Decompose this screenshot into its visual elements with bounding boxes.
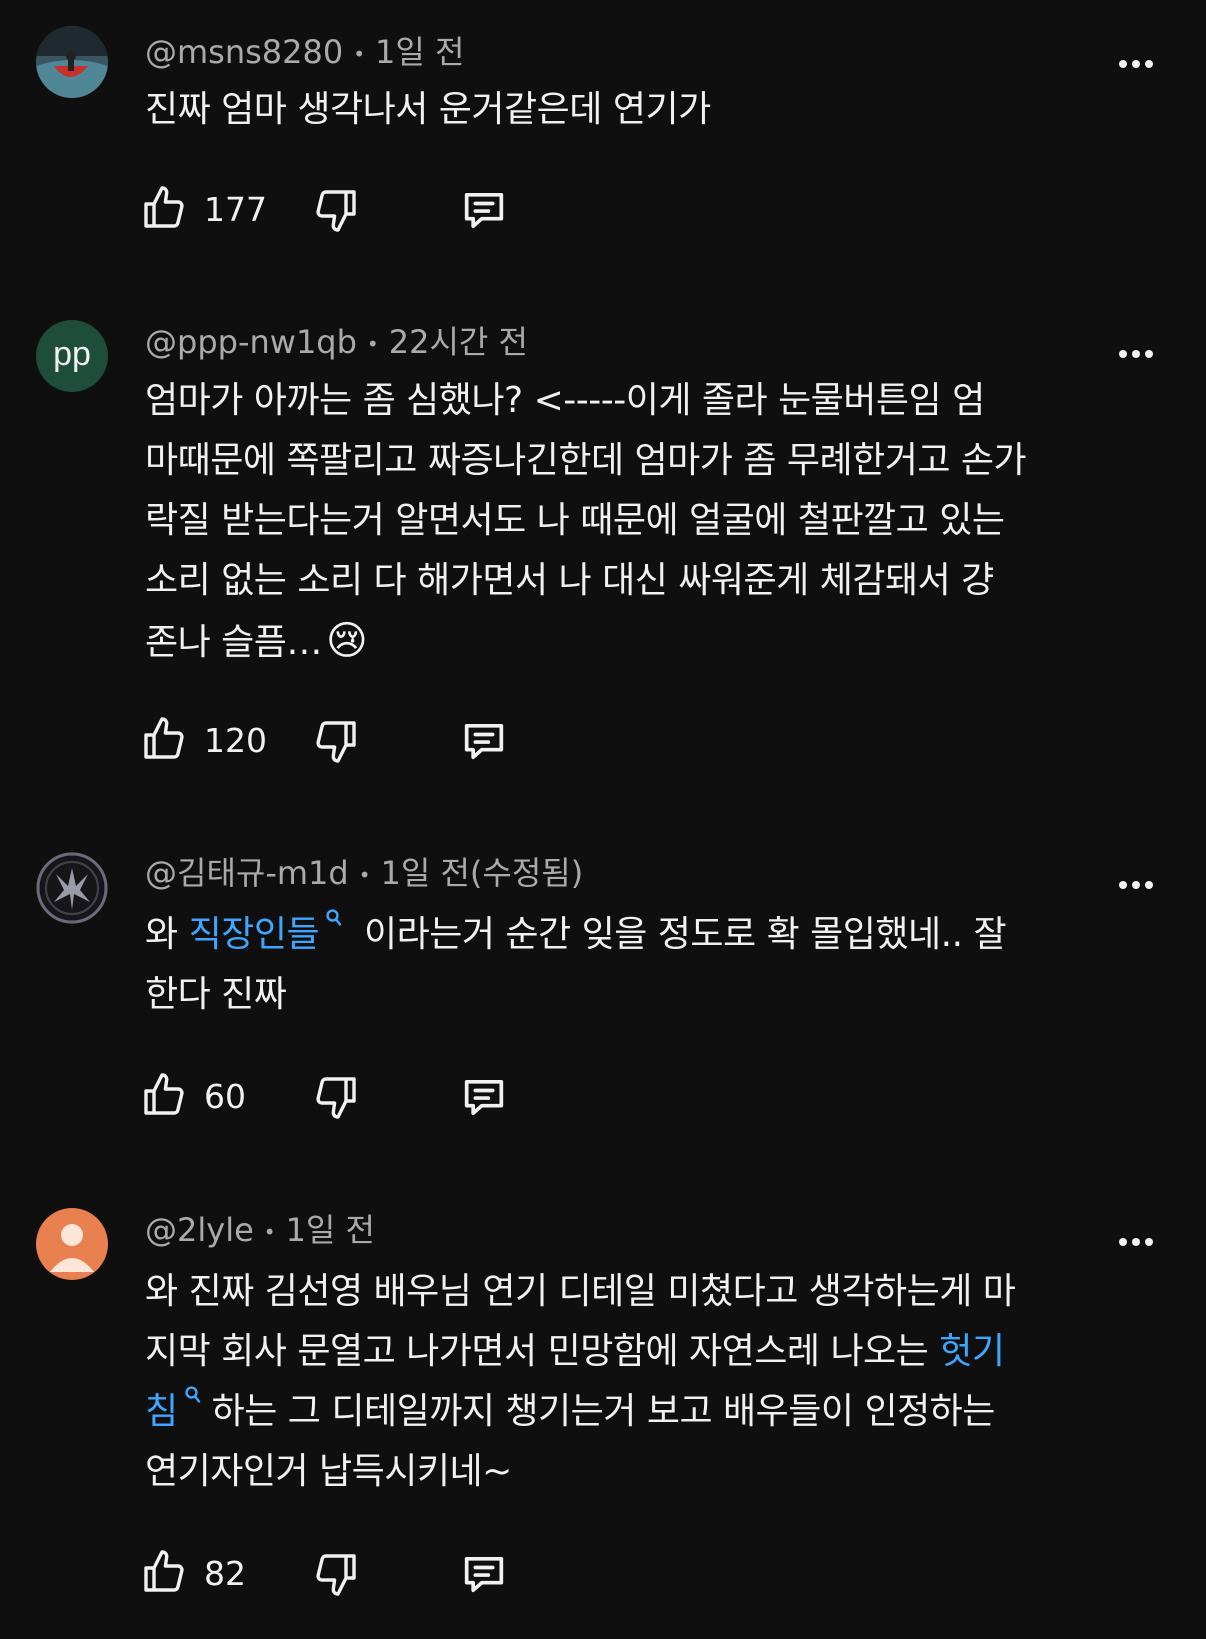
text-segment: 와 — [145, 914, 189, 955]
search-icon[interactable] — [184, 1384, 202, 1410]
thumbs-up-icon[interactable] — [140, 1071, 192, 1123]
avatar[interactable] — [36, 26, 108, 98]
thumbs-down-icon[interactable] — [312, 1073, 364, 1125]
crying-emoji: 😢 — [325, 618, 368, 664]
separator-dot: • — [353, 42, 366, 66]
avatar[interactable] — [36, 1208, 108, 1280]
text-line: 마때문에 쪽팔리고 짜증나긴한데 엄마가 좀 무례한거고 손가 — [145, 440, 1027, 481]
comment-meta: @김태규-m1d • 1일 전(수정됨) — [145, 853, 583, 895]
thumbs-up-icon[interactable] — [140, 184, 192, 236]
comment-actions: 177 — [140, 184, 540, 240]
timestamp: 1일 전 — [375, 33, 465, 71]
like-count: 60 — [204, 1077, 246, 1116]
thumbs-down-icon[interactable] — [312, 717, 364, 769]
comment-text: 와 직장인들 이라는거 순간 잊을 정도로 확 몰입했네.. 잘 한다 진짜 — [145, 905, 1135, 1025]
comment-meta: @2lyle • 1일 전 — [145, 1210, 375, 1252]
text-line: 엄마가 아까는 좀 심했나? <-----이게 졸라 눈물버튼임 엄 — [145, 380, 985, 421]
avatar-initials: pp — [53, 334, 91, 373]
comment-actions: 120 — [140, 715, 540, 771]
more-options-icon[interactable] — [1112, 52, 1160, 76]
thumbs-down-icon[interactable] — [312, 1550, 364, 1602]
timestamp: 1일 전(수정됨) — [380, 854, 584, 892]
thumbs-up-icon[interactable] — [140, 1548, 192, 1600]
comment-meta: @ppp-nw1qb • 22시간 전 — [145, 322, 528, 364]
search-link[interactable]: 침 — [145, 1391, 178, 1432]
separator-dot: • — [263, 1220, 276, 1244]
search-icon[interactable] — [325, 907, 343, 933]
text-line: 한다 진짜 — [145, 974, 287, 1015]
like-count: 120 — [204, 721, 267, 760]
thumbs-down-icon[interactable] — [312, 186, 364, 238]
reply-icon[interactable] — [458, 184, 514, 236]
like-count: 82 — [204, 1554, 246, 1593]
search-link[interactable]: 헛기 — [939, 1331, 1005, 1372]
like-count: 177 — [204, 190, 267, 229]
author-name[interactable]: @김태규-m1d — [145, 854, 349, 892]
separator-dot: • — [358, 863, 371, 887]
reply-icon[interactable] — [458, 1071, 514, 1123]
text-line: 존나 슬픔… — [145, 622, 322, 663]
author-name[interactable]: @ppp-nw1qb — [145, 323, 357, 361]
avatar[interactable] — [36, 852, 108, 924]
author-name[interactable]: @msns8280 — [145, 33, 343, 71]
text-segment: 이라는거 순간 잊을 정도로 확 몰입했네.. 잘 — [353, 914, 1007, 955]
author-name[interactable]: @2lyle — [145, 1211, 254, 1249]
comment-actions: 82 — [140, 1548, 540, 1604]
reply-icon[interactable] — [458, 715, 514, 767]
text-segment: 하는 그 디테일까지 챙기는거 보고 배우들이 인정하는 — [211, 1391, 996, 1432]
more-options-icon[interactable] — [1112, 1230, 1160, 1254]
more-options-icon[interactable] — [1112, 873, 1160, 897]
comment-text: 와 진짜 김선영 배우님 연기 디테일 미쳤다고 생각하는게 마 지막 회사 문… — [145, 1262, 1135, 1502]
text-segment: 지막 회사 문열고 나가면서 민망함에 자연스레 나오는 — [145, 1331, 940, 1372]
reply-icon[interactable] — [458, 1548, 514, 1600]
text-line: 소리 없는 소리 다 해가면서 나 대신 싸워준게 체감돼서 걍 — [145, 560, 994, 601]
search-link[interactable]: 직장인들 — [189, 914, 320, 955]
comment-meta: @msns8280 • 1일 전 — [145, 32, 464, 74]
default-avatar-icon — [50, 1224, 94, 1272]
comment-actions: 60 — [140, 1071, 540, 1127]
comment-text: 엄마가 아까는 좀 심했나? <-----이게 졸라 눈물버튼임 엄 마때문에 … — [145, 371, 1135, 673]
more-options-icon[interactable] — [1112, 342, 1160, 366]
separator-dot: • — [366, 332, 379, 356]
timestamp: 22시간 전 — [388, 323, 528, 361]
timestamp: 1일 전 — [285, 1211, 375, 1249]
avatar[interactable]: pp — [36, 320, 108, 392]
text-line: 연기자인거 납득시키네~ — [145, 1451, 512, 1492]
thumbs-up-icon[interactable] — [140, 715, 192, 767]
comment-text: 진짜 엄마 생각나서 운거같은데 연기가 — [145, 89, 711, 130]
text-line: 와 진짜 김선영 배우님 연기 디테일 미쳤다고 생각하는게 마 — [145, 1271, 1016, 1312]
text-line: 락질 받는다는거 알면서도 나 때문에 얼굴에 철판깔고 있는 — [145, 500, 1005, 541]
